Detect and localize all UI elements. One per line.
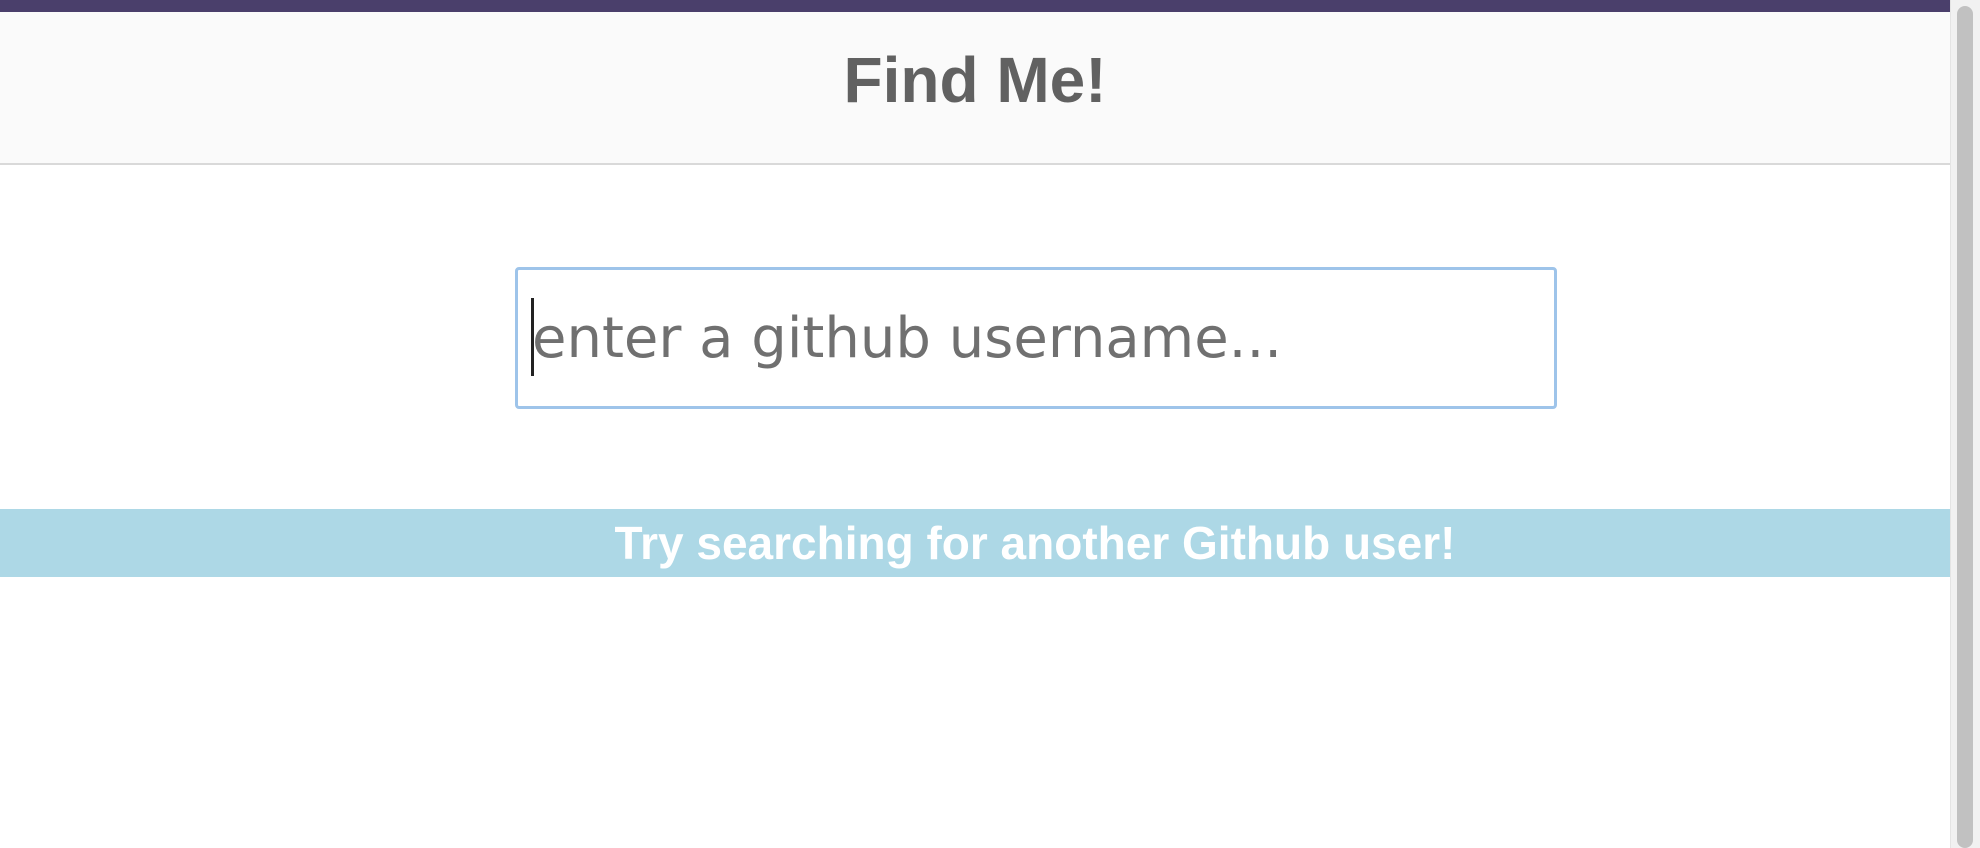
page-title: Find Me!: [843, 44, 1107, 116]
page-header: Find Me!: [0, 12, 1950, 165]
scrollbar-thumb[interactable]: [1957, 6, 1973, 848]
info-banner: Try searching for another Github user!: [0, 509, 1950, 577]
info-banner-message: Try searching for another Github user!: [614, 517, 1456, 569]
text-cursor: [531, 298, 534, 376]
top-accent-strip: [0, 0, 1950, 12]
github-username-search-input[interactable]: [515, 267, 1557, 409]
